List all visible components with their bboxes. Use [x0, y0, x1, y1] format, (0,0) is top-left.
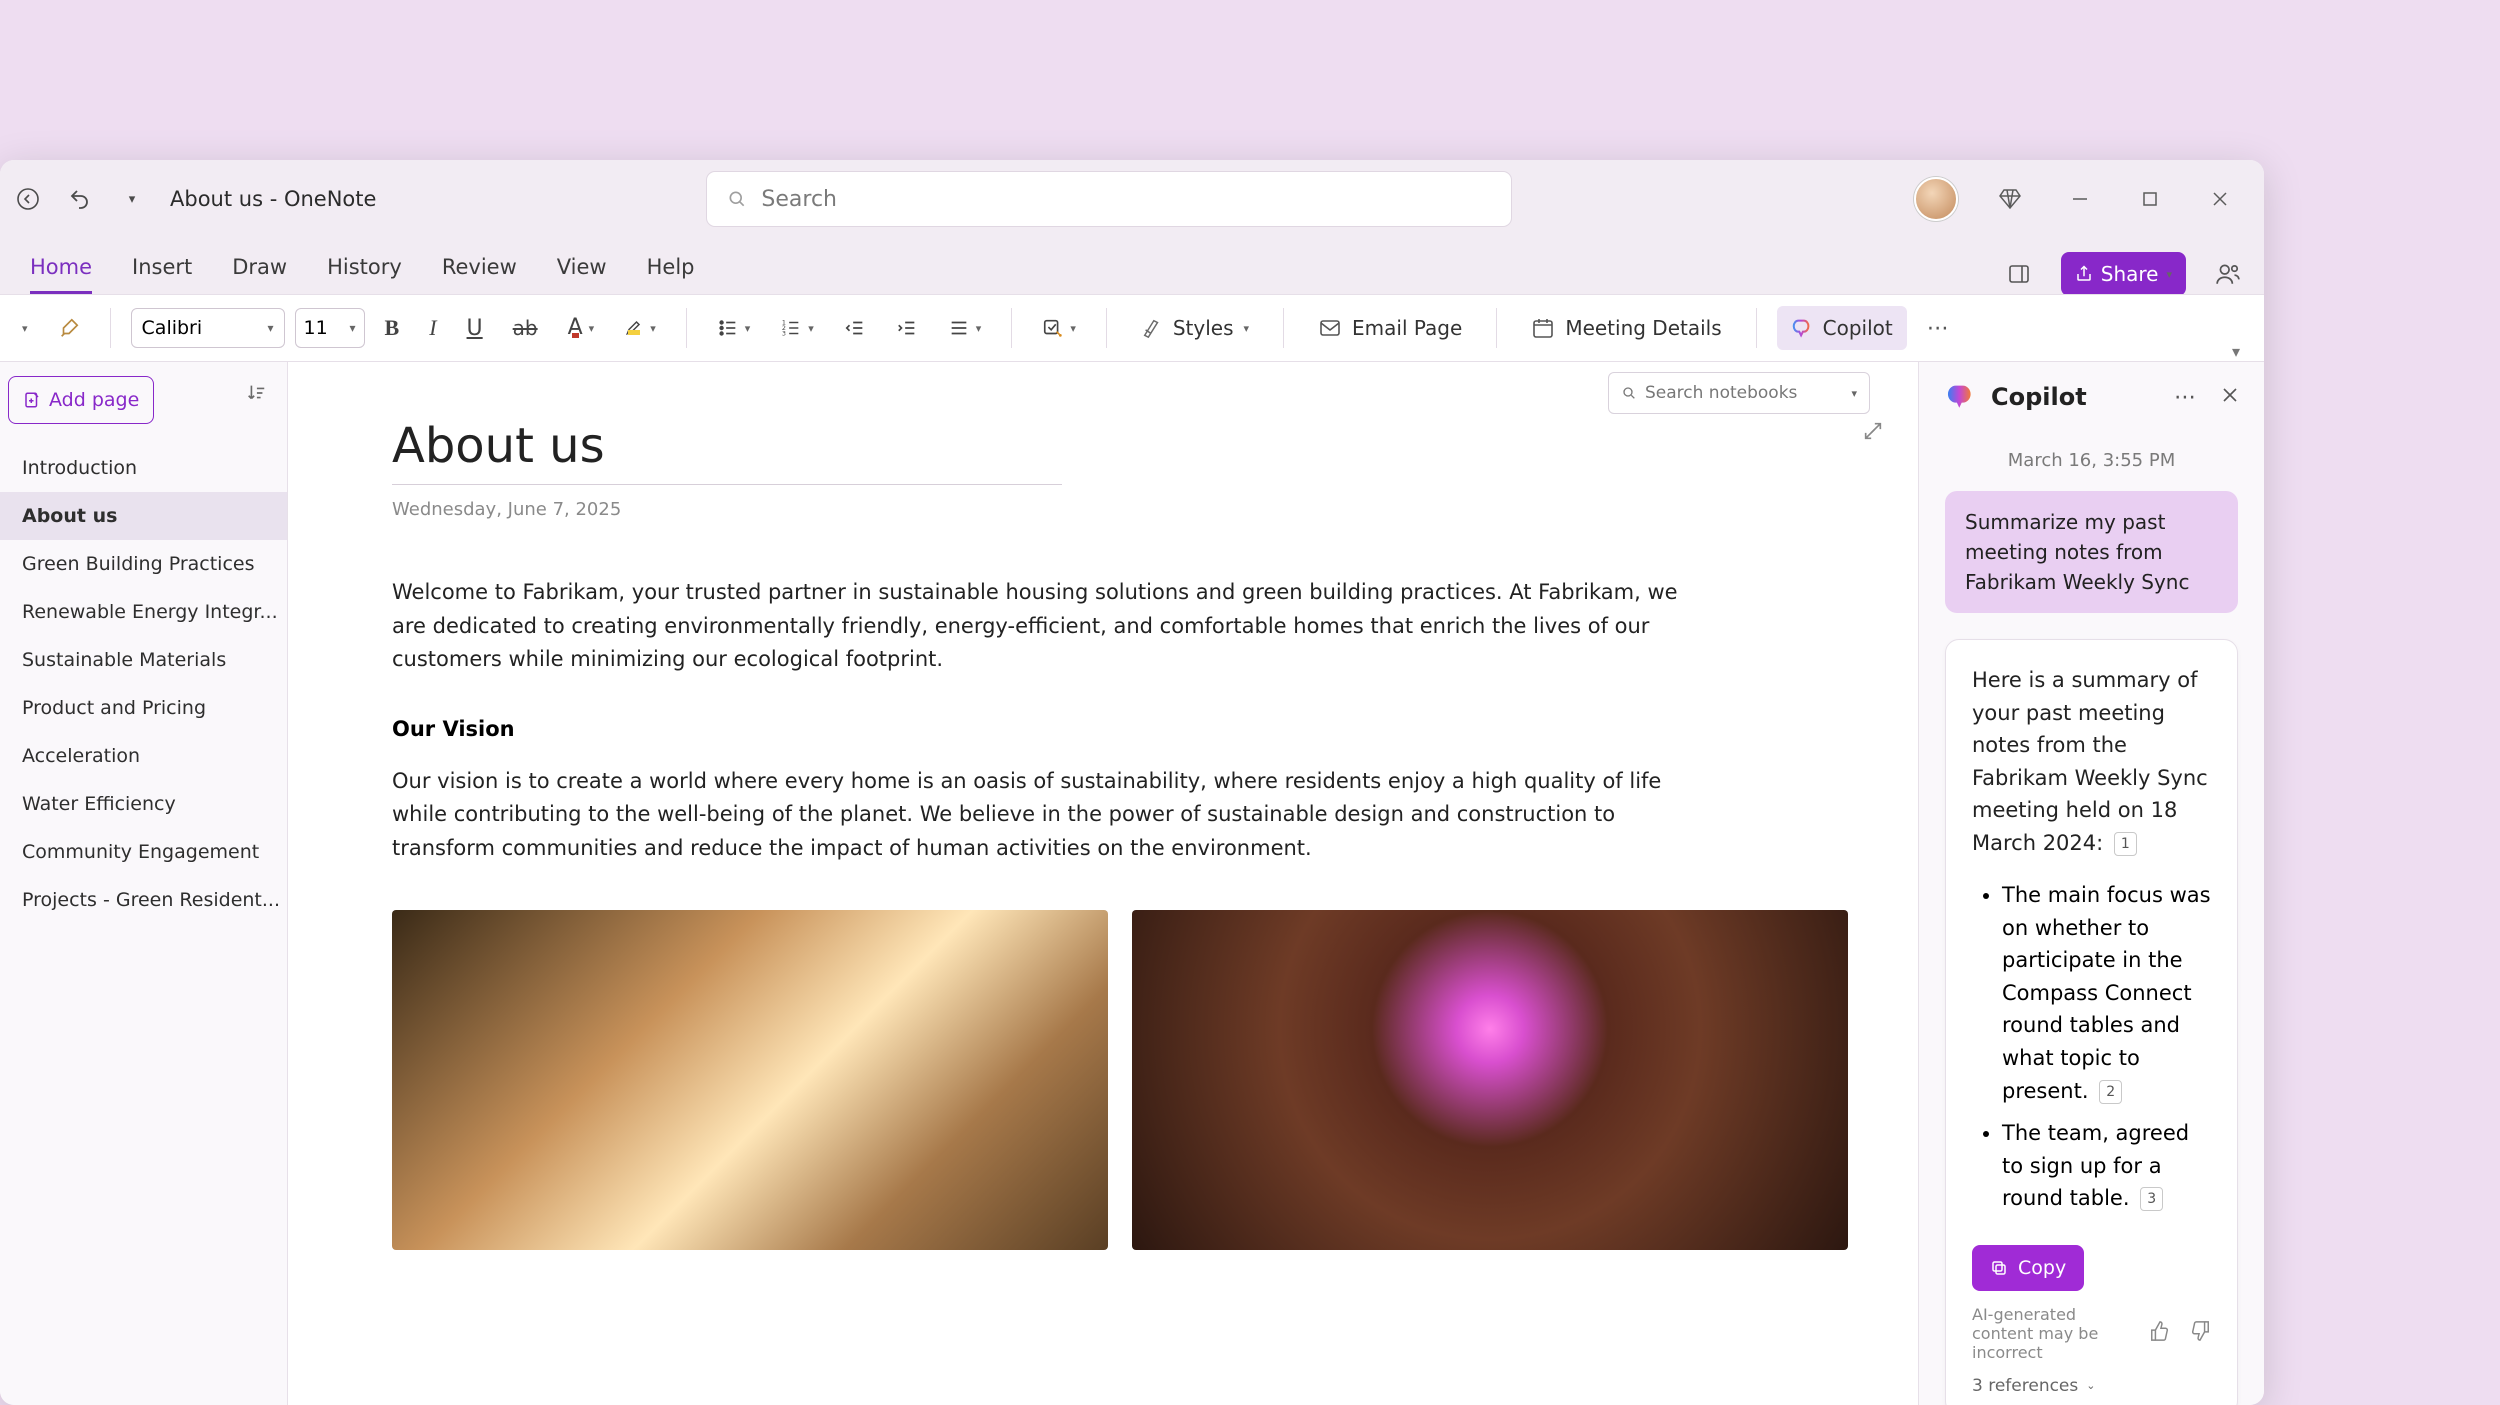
search-notebooks-input[interactable]: Search notebooks ▾ [1608, 372, 1870, 414]
add-page-button[interactable]: Add page [8, 376, 154, 424]
numbering-button[interactable]: 123▾ [770, 306, 824, 350]
copilot-more-icon[interactable]: ⋯ [2174, 385, 2198, 410]
popout-icon[interactable] [1862, 420, 1884, 446]
page-list-pane: Add page IntroductionAbout usGreen Build… [0, 362, 288, 1405]
search-placeholder: Search [761, 187, 837, 212]
strikethrough-button[interactable]: ab [503, 306, 548, 350]
minimize-icon[interactable] [2062, 181, 2098, 217]
email-page-button[interactable]: Email Page [1304, 306, 1476, 350]
align-button[interactable]: ▾ [938, 306, 992, 350]
italic-button[interactable]: I [419, 306, 446, 350]
page-date: Wednesday, June 7, 2025 [392, 499, 1848, 520]
font-family-select[interactable]: Calibri▾ [131, 308, 285, 348]
page-item[interactable]: Green Building Practices [0, 540, 287, 588]
share-label: Share [2101, 262, 2159, 286]
page-item[interactable]: Sustainable Materials [0, 636, 287, 684]
window-title: About us - OneNote [170, 187, 376, 211]
page-title[interactable]: About us [392, 418, 1062, 474]
title-bar: ▾ About us - OneNote Search [0, 160, 2264, 238]
page-item[interactable]: Acceleration [0, 732, 287, 780]
global-search-input[interactable]: Search [706, 171, 1512, 227]
copilot-pane: Copilot ⋯ March 16, 3:55 PM Summarize my… [1918, 362, 2264, 1405]
format-painter-icon[interactable] [48, 306, 90, 350]
share-button[interactable]: Share ▾ [2061, 252, 2186, 296]
editor-canvas[interactable]: Search notebooks ▾ About us Wednesday, J… [288, 362, 1918, 1405]
maximize-icon[interactable] [2132, 181, 2168, 217]
citation-1[interactable]: 1 [2114, 832, 2137, 856]
font-size-select[interactable]: 11▾ [295, 308, 365, 348]
citation-2[interactable]: 2 [2099, 1080, 2122, 1104]
app-window: ▾ About us - OneNote Search Home Insert … [0, 160, 2264, 1405]
styles-button[interactable]: Styles▾ [1127, 306, 1263, 350]
copilot-logo-icon [1943, 380, 1977, 414]
ai-disclaimer: AI-generated content may be incorrect [1972, 1305, 2131, 1362]
indent-button[interactable] [886, 306, 928, 350]
svg-text:3: 3 [782, 329, 786, 337]
page-item[interactable]: About us [0, 492, 287, 540]
font-color-button[interactable]: A ▾ [558, 306, 605, 350]
thumbs-up-icon[interactable] [2149, 1320, 2171, 1346]
panel-toggle-icon[interactable] [2001, 256, 2037, 292]
ribbon-expand-icon[interactable]: ▾ [12, 306, 38, 350]
people-icon[interactable] [2210, 256, 2246, 292]
underline-button[interactable]: U [457, 306, 493, 350]
undo-icon[interactable] [62, 181, 98, 217]
ribbon-tabs: Home Insert Draw History Review View Hel… [0, 238, 2264, 294]
close-icon[interactable] [2202, 181, 2238, 217]
meeting-details-button[interactable]: Meeting Details [1517, 306, 1735, 350]
content-image-1[interactable] [392, 910, 1108, 1250]
outdent-button[interactable] [834, 306, 876, 350]
tab-insert[interactable]: Insert [132, 255, 192, 294]
pages-list: IntroductionAbout usGreen Building Pract… [0, 444, 287, 924]
page-item[interactable]: Projects - Green Resident... [0, 876, 287, 924]
bullets-button[interactable]: ▾ [707, 306, 761, 350]
tab-draw[interactable]: Draw [232, 255, 287, 294]
page-item[interactable]: Community Engagement [0, 828, 287, 876]
references-toggle[interactable]: 3 references ⌄ [1972, 1376, 2211, 1396]
highlight-button[interactable]: ▾ [614, 306, 666, 350]
page-item[interactable]: Renewable Energy Integr... [0, 588, 287, 636]
copilot-response-lead: Here is a summary of your past meeting n… [1972, 664, 2211, 859]
more-commands-icon[interactable]: ⋯ [1917, 306, 1961, 350]
copy-button[interactable]: Copy [1972, 1245, 2084, 1291]
tab-review[interactable]: Review [442, 255, 517, 294]
back-icon[interactable] [10, 181, 46, 217]
page-item[interactable]: Introduction [0, 444, 287, 492]
page-item[interactable]: Water Efficiency [0, 780, 287, 828]
copilot-toolbar-button[interactable]: Copilot [1777, 306, 1907, 350]
ribbon-toolbar: ▾ Calibri▾ 11▾ B I U ab A ▾ ▾ ▾ 123▾ ▾ ▾… [0, 294, 2264, 362]
copilot-timestamp: March 16, 3:55 PM [1945, 450, 2238, 471]
thumbs-down-icon[interactable] [2189, 1320, 2211, 1346]
add-page-label: Add page [49, 389, 139, 411]
account-avatar[interactable] [1914, 177, 1958, 221]
heading-vision[interactable]: Our Vision [392, 717, 1848, 741]
ribbon-collapse-icon[interactable]: ▾ [2222, 337, 2250, 365]
sort-pages-icon[interactable] [245, 382, 267, 408]
copilot-title: Copilot [1991, 383, 2087, 411]
copilot-bullet-1: The main focus was on whether to partici… [2002, 879, 2211, 1107]
copilot-response-card: Here is a summary of your past meeting n… [1945, 639, 2238, 1405]
copilot-user-message: Summarize my past meeting notes from Fab… [1945, 491, 2238, 613]
page-item[interactable]: Product and Pricing [0, 684, 287, 732]
content-image-2[interactable] [1132, 910, 1848, 1250]
tab-home[interactable]: Home [30, 255, 92, 294]
citation-3[interactable]: 3 [2140, 1187, 2163, 1211]
tab-view[interactable]: View [557, 255, 607, 294]
tab-help[interactable]: Help [647, 255, 695, 294]
todo-tag-button[interactable]: ▾ [1032, 306, 1086, 350]
paragraph-vision[interactable]: Our vision is to create a world where ev… [392, 765, 1712, 866]
paragraph-intro[interactable]: Welcome to Fabrikam, your trusted partne… [392, 576, 1692, 677]
copilot-close-icon[interactable] [2220, 385, 2240, 410]
tab-history[interactable]: History [327, 255, 402, 294]
bold-button[interactable]: B [375, 306, 410, 350]
qat-more-icon[interactable]: ▾ [114, 181, 150, 217]
diamond-icon[interactable] [1992, 181, 2028, 217]
copilot-bullet-2: The team, agreed to sign up for a round … [2002, 1117, 2211, 1215]
